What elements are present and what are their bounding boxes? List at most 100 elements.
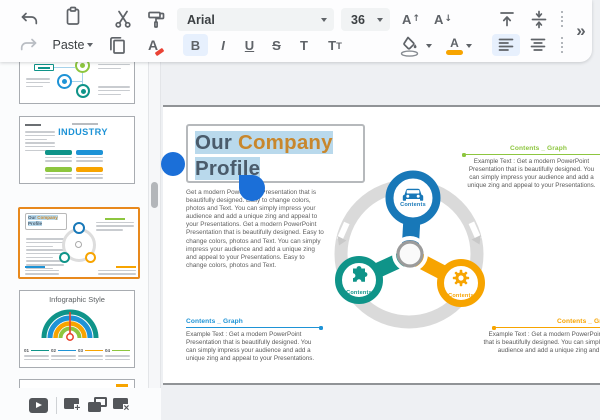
font-size-select[interactable]: 36 [341,8,390,31]
sidebar-scrollbar[interactable] [148,62,161,388]
format-painter-button[interactable] [143,7,169,31]
divider [56,397,57,414]
slide-thumbnail-2[interactable]: INDUSTRY [19,116,135,184]
fill-color-button[interactable] [396,33,434,59]
vertical-align-center-icon [530,10,548,29]
dots-icon [561,11,563,28]
paste-label: Paste [53,38,85,52]
mini-block-blue [25,266,59,277]
gauge-graphic [40,306,100,342]
italic-button[interactable]: I [211,34,235,56]
undo-icon [19,10,39,28]
thumbnail-infographic-title: Infographic Style [20,295,134,304]
paint-bucket-icon [399,36,423,57]
font-family-select[interactable]: Arial [177,8,334,31]
mini-block-green [96,218,134,233]
text-selection-handle-start[interactable] [161,152,185,176]
bar-group [45,150,72,164]
clear-formatting-button[interactable]: A [140,33,166,57]
slide-thumbnail-4[interactable]: Infographic Style 01 02 03 04 [19,290,135,368]
block-underline [493,327,600,328]
duplicate-slide-button[interactable] [88,397,110,415]
new-slide-button[interactable]: + [64,398,86,415]
bar-group [76,167,103,181]
block-underline [463,154,600,155]
block-body: Example Text : Get a modern PowerPoint P… [186,331,322,363]
slide-page[interactable]: Our Company Profile Get a modern PowerPo… [163,105,600,385]
vertical-align-center-button[interactable] [526,7,552,31]
content-block-top-right[interactable]: Contents _ Graph Example Text : Get a mo… [463,145,600,190]
block-heading: Contents _ Graph [186,318,322,326]
mini-block-orange [98,266,136,277]
paint-roller-icon [146,9,167,29]
title-part-our: Our [195,131,238,154]
text-selection-handle-end[interactable] [239,175,265,201]
thumbnail-text-lines [26,76,50,89]
uppercase-button[interactable]: T [292,34,316,56]
slide-body-textbox[interactable]: Get a modern PowerPoint Presentation tha… [186,189,324,270]
dots-icon [561,37,563,54]
block-heading: Contents _ Graph [557,318,600,326]
scrollbar-thumb[interactable] [151,182,158,208]
undo-button[interactable] [16,7,42,31]
chevron-down-icon [377,18,383,22]
underline-button[interactable]: U [237,34,262,56]
font-family-value: Arial [187,13,215,27]
chevron-down-icon [426,44,432,48]
clipboard-icon [63,6,83,26]
bold-button[interactable]: B [183,34,208,56]
align-left-button[interactable] [492,34,520,56]
title-part-company: Company [238,131,333,154]
capitalization-button[interactable]: T T [320,34,350,56]
gauge-item: 01 [24,348,49,363]
mini-circle-teal [59,252,70,263]
infographic-group[interactable] [323,168,503,348]
paste-dropdown-button[interactable]: Paste [44,33,102,57]
toolbar-overflow-button[interactable]: » [568,16,594,46]
slide-thumbnail-3-selected[interactable]: Our Company Profile [18,207,140,279]
align-top-button[interactable] [494,7,520,31]
decrease-font-size-button[interactable]: A ↓ [429,7,457,31]
cut-button[interactable] [110,7,136,31]
double-chevron-right-icon: » [576,21,585,41]
block-body: Example Text : Get a modern PowerPoint P… [477,331,600,363]
align-center-button[interactable] [524,34,552,56]
duplicate-button[interactable] [104,33,130,57]
mini-title-box: Our Company Profile [25,213,67,230]
editor-canvas[interactable]: Our Company Profile Get a modern PowerPo… [161,62,600,420]
content-block-bottom-right[interactable]: Contents _ Graph Example Text : Get a mo… [477,318,600,363]
clipped-toolbar-button-bottom[interactable] [556,35,568,55]
circle-label-orange: Contents [429,293,493,299]
content-block-bottom-left[interactable]: Contents _ Graph Example Text : Get a mo… [186,318,322,363]
gauge-item: 04 [105,348,130,363]
circle-label-blue: Contents [381,202,445,208]
chevron-down-icon [321,18,327,22]
infographic-graphic [323,168,503,348]
redo-button[interactable] [16,33,42,57]
increase-font-size-button[interactable]: A ↑ [397,7,425,31]
present-button[interactable] [29,398,48,413]
block-heading: Contents _ Graph [463,145,600,153]
flow-node-teal [76,84,90,98]
delete-slide-button[interactable]: × [113,398,135,415]
copy-icon [107,35,127,55]
align-center-icon [529,36,547,54]
arrow-up-icon: ↑ [412,14,420,24]
text-color-button[interactable]: A [440,33,478,59]
text-color-icon: A [446,37,463,55]
current-text-color-swatch [446,50,463,55]
strikethrough-button[interactable]: S [264,34,289,56]
play-icon [36,402,42,408]
gauge-item: 02 [51,348,76,363]
clipped-toolbar-button-top[interactable] [556,9,568,29]
flow-node-blue [57,74,72,89]
gauge-item: 03 [78,348,103,363]
bar-group [45,167,72,181]
thumbnail-industry-title: INDUSTRY [48,127,118,137]
paste-icon-button[interactable] [60,5,86,27]
flow-label-box [34,64,54,71]
scissors-icon [113,9,133,29]
formatting-toolbar: Arial 36 A ↑ A ↓ » Paste [0,0,592,62]
mini-hub [75,241,82,248]
slide-actions-bar: + × [0,388,161,420]
